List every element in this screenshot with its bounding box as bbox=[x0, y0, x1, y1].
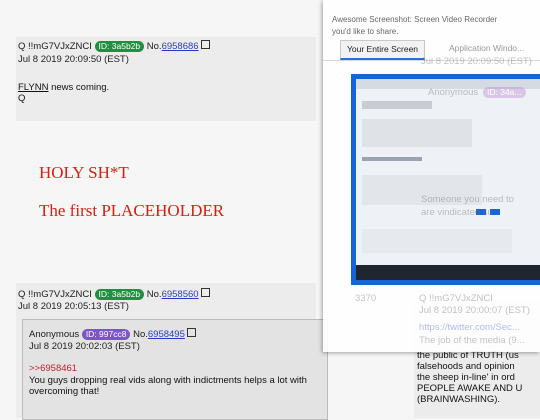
tab-entire-screen[interactable]: Your Entire Screen bbox=[340, 40, 426, 60]
tripcode: !!mG7VJxZNCI bbox=[28, 41, 92, 52]
tab-application-window[interactable]: Application Windo... bbox=[443, 40, 530, 57]
thumb-content-block bbox=[362, 157, 422, 161]
post-number-link[interactable]: 6958560 bbox=[162, 289, 199, 300]
dialog-subtitle: you'd like to share. bbox=[332, 27, 399, 36]
ghost-text: Someone you need to bbox=[421, 194, 514, 205]
poster-id-badge[interactable]: ID: 3a5b2b bbox=[94, 289, 145, 300]
ghost-text: Anonymous bbox=[428, 87, 479, 98]
screen-share-dialog: Awesome Screenshot: Screen Video Recorde… bbox=[323, 0, 540, 352]
tripcode: !!mG7VJxZNCI bbox=[28, 289, 92, 300]
post-body-line: falsehoods and opinion bbox=[417, 361, 515, 372]
post-number-label: No. bbox=[146, 41, 162, 52]
ghost-id-badge: ID: 34a... bbox=[483, 87, 526, 98]
post-date: Jul 8 2019 20:05:13 (EST) bbox=[18, 301, 129, 312]
post-signature: Q bbox=[18, 93, 26, 104]
post-body-line: PEOPLE AWAKE AND U bbox=[417, 383, 523, 394]
post-header: Q !!mG7VJxZNCI ID: 3a5b2b No.6958560 bbox=[18, 288, 210, 301]
thumbnail-inner-screen bbox=[356, 79, 540, 265]
post-number-link[interactable]: 6958686 bbox=[162, 41, 199, 52]
thumb-content-block bbox=[362, 101, 432, 109]
image-text-line-1: HOLY SH*T bbox=[39, 163, 129, 182]
post-body: FLYNN news coming. bbox=[18, 82, 109, 93]
ghost-text: 3370 bbox=[355, 293, 377, 304]
post-card: Q !!mG7VJxZNCI ID: 3a5b2b No.6958686 Jul… bbox=[16, 37, 316, 121]
reply-link[interactable]: >>6958461 bbox=[29, 363, 77, 374]
external-link-icon[interactable] bbox=[186, 328, 196, 337]
quoted-body: You guys dropping real vids along with i… bbox=[29, 375, 307, 397]
body-text: news coming. bbox=[48, 82, 110, 93]
post-date: Jul 8 2019 20:02:03 (EST) bbox=[29, 341, 140, 352]
ghost-text: Jul 8 2019 20:09:50 (EST) bbox=[421, 56, 532, 67]
image-text-line-2: The first PLACEHOLDER bbox=[39, 201, 225, 220]
post-number-link[interactable]: 6958495 bbox=[148, 329, 185, 340]
quoted-header: Anonymous ID: 997cc8 No.6958495 bbox=[29, 328, 196, 341]
poster-id-badge[interactable]: ID: 3a5b2b bbox=[94, 41, 145, 52]
thumbnail-taskbar bbox=[356, 265, 540, 280]
poster-name: Q bbox=[18, 289, 26, 300]
screen-thumbnail[interactable] bbox=[351, 74, 540, 285]
external-link-icon[interactable] bbox=[200, 288, 210, 297]
post-body-line: (BRAINWASHING). bbox=[417, 394, 501, 405]
poster-name: Anonymous bbox=[29, 329, 80, 340]
ghost-text: Q !!mG7VJxZNCI bbox=[419, 293, 493, 304]
external-link-icon[interactable] bbox=[200, 40, 210, 49]
ghost-text: are vindicated su... bbox=[421, 207, 501, 218]
thumb-content-block bbox=[362, 229, 512, 253]
quoted-post: Anonymous ID: 997cc8 No.6958495 Jul 8 20… bbox=[22, 319, 328, 420]
dialog-title: Awesome Screenshot: Screen Video Recorde… bbox=[332, 15, 498, 24]
post-number-label: No. bbox=[146, 289, 162, 300]
hashtag-link[interactable]: FLYNN bbox=[18, 82, 48, 93]
ghost-text: Jul 8 2019 20:00:07 (EST) bbox=[419, 305, 530, 316]
poster-name: Q bbox=[18, 41, 26, 52]
post-card: Q !!mG7VJxZNCI ID: 3a5b2b No.6958560 Jul… bbox=[16, 283, 328, 420]
post-date: Jul 8 2019 20:09:50 (EST) bbox=[18, 54, 129, 65]
post-header: Q !!mG7VJxZNCI ID: 3a5b2b No.6958686 bbox=[18, 40, 210, 53]
thumb-content-block bbox=[362, 119, 472, 147]
post-number-label: No. bbox=[133, 329, 148, 340]
post-body-line: the sheep in-line' in ord bbox=[417, 372, 515, 383]
ghost-text: https://twitter.com/Sec... bbox=[419, 322, 520, 333]
ghost-text: The job of the media (9... bbox=[419, 335, 525, 346]
poster-id-badge[interactable]: ID: 997cc8 bbox=[81, 329, 131, 340]
